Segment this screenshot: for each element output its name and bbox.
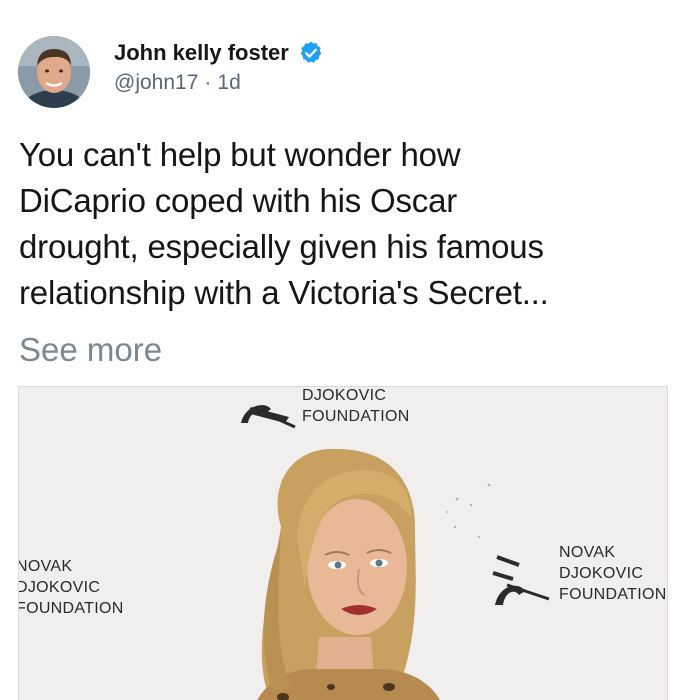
tweet-text-line: You can't help but wonder how (19, 136, 461, 173)
backdrop-right-line: NOVAK (559, 544, 615, 561)
author-row: John kelly foster (114, 40, 324, 66)
backdrop-top-line: DJOKOVIC (302, 387, 386, 404)
backdrop-left-line: NOVAK (19, 558, 72, 575)
author-handle[interactable]: @john17 (114, 71, 198, 94)
backdrop-left-line: FOUNDATION (19, 600, 124, 617)
tweet-body: You can't help but wonder how DiCaprio c… (19, 132, 687, 316)
tweet-text-line: DiCaprio coped with his Oscar (19, 182, 458, 219)
author-name[interactable]: John kelly foster (114, 40, 289, 66)
verified-badge-icon (298, 40, 324, 66)
see-more-link[interactable]: See more (19, 327, 162, 373)
backdrop-right-line: FOUNDATION (559, 586, 667, 603)
avatar[interactable] (18, 36, 90, 108)
backdrop-top-line: FOUNDATION (302, 408, 410, 425)
tweet-timestamp[interactable]: 1d (217, 71, 240, 94)
tweet-text-line: drought, especially given his famous (19, 228, 544, 265)
tweet-media-image[interactable]: DJOKOVIC FOUNDATION NOVAK DJOKOVIC FOUND… (18, 386, 668, 700)
backdrop-left-line: DJOKOVIC (19, 579, 100, 596)
tweet-card: John kelly foster @john17 · 1d You can't h… (0, 0, 700, 700)
tweet-text-line: relationship with a Victoria's Secret... (19, 274, 549, 311)
meta-separator: · (204, 71, 212, 94)
backdrop-right-line: DJOKOVIC (559, 565, 643, 582)
author-meta: @john17 · 1d (114, 70, 241, 96)
